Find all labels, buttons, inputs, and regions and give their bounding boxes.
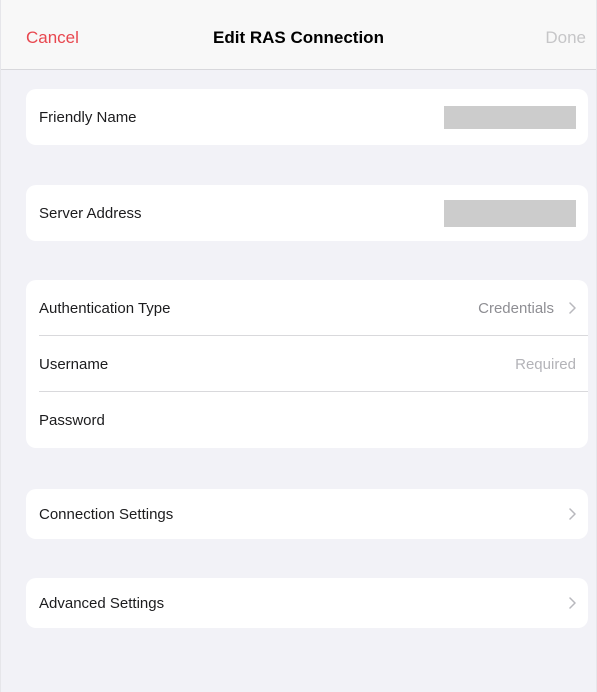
username-label: Username <box>39 355 109 373</box>
chevron-right-icon <box>562 597 576 609</box>
password-label: Password <box>39 411 105 429</box>
friendly-name-row[interactable]: Friendly Name <box>26 89 588 145</box>
server-address-field[interactable] <box>444 199 576 227</box>
chevron-right-icon <box>562 508 576 520</box>
advanced-settings-group: Advanced Settings <box>26 578 588 628</box>
done-button[interactable]: Done <box>545 28 586 48</box>
navigation-bar: Cancel Edit RAS Connection Done <box>1 0 596 70</box>
chevron-right-icon <box>562 302 576 314</box>
connection-settings-group: Connection Settings <box>26 489 588 539</box>
authentication-group: Authentication Type Credentials Username… <box>26 280 588 448</box>
server-address-group: Server Address <box>26 185 588 241</box>
edit-ras-connection-screen: Cancel Edit RAS Connection Done Friendly… <box>0 0 597 692</box>
authentication-type-value: Credentials <box>478 299 554 317</box>
advanced-settings-label: Advanced Settings <box>39 594 165 612</box>
authentication-type-label: Authentication Type <box>39 299 171 317</box>
friendly-name-group: Friendly Name <box>26 89 588 145</box>
friendly-name-label: Friendly Name <box>39 108 137 126</box>
server-address-label: Server Address <box>39 204 142 222</box>
authentication-type-row[interactable]: Authentication Type Credentials <box>26 280 588 336</box>
username-row[interactable]: Username Required <box>26 336 588 392</box>
username-input[interactable]: Required <box>515 356 576 373</box>
friendly-name-field[interactable] <box>444 105 576 129</box>
server-address-row[interactable]: Server Address <box>26 185 588 241</box>
connection-settings-label: Connection Settings <box>39 505 174 523</box>
advanced-settings-row[interactable]: Advanced Settings <box>26 578 588 628</box>
connection-settings-row[interactable]: Connection Settings <box>26 489 588 539</box>
password-row[interactable]: Password <box>26 392 588 448</box>
page-title: Edit RAS Connection <box>213 28 384 47</box>
